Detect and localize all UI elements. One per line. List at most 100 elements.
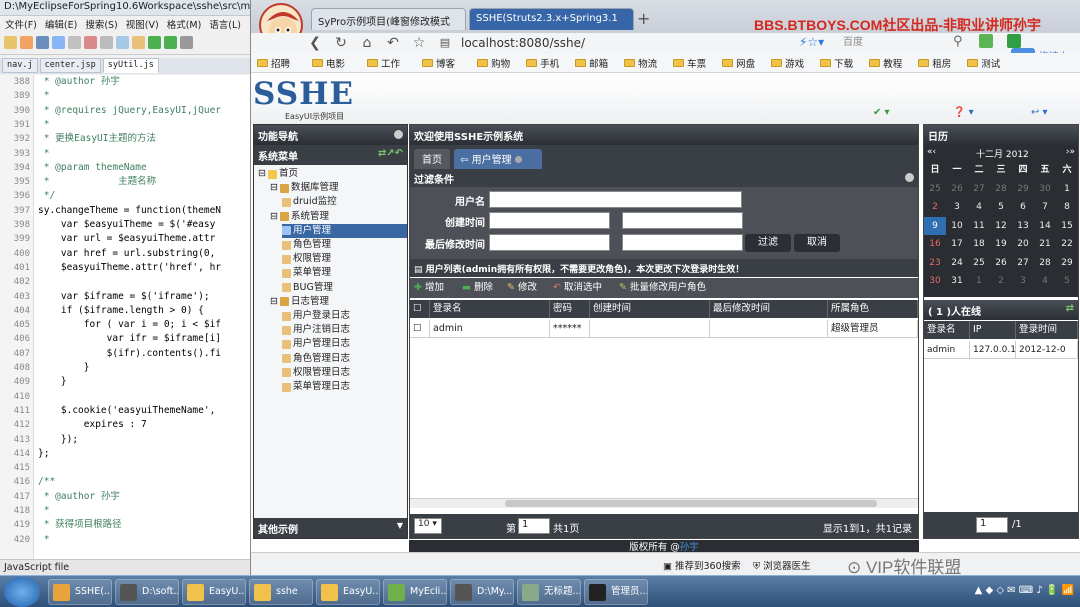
calendar-day[interactable]: 3 xyxy=(1012,272,1034,290)
menu-format[interactable]: 格式(M) xyxy=(167,17,202,32)
toolbar-button[interactable]: ✎ 修改 xyxy=(507,278,537,298)
tab-center-jsp[interactable]: center.jsp xyxy=(39,58,101,73)
bookmark-item[interactable]: 工作 xyxy=(367,53,422,73)
search-box[interactable]: 百度 xyxy=(843,34,943,52)
tree-item[interactable]: 用户管理日志 xyxy=(282,337,407,351)
cancel-filter-button[interactable]: 取消 xyxy=(794,234,840,252)
tree-item[interactable]: 菜单管理 xyxy=(282,266,407,280)
calendar-day[interactable]: 28 xyxy=(1034,254,1056,272)
tree-item[interactable]: 角色管理日志 xyxy=(282,352,407,366)
expand-icon[interactable]: ▼ xyxy=(397,521,403,530)
bookmark-item[interactable]: 下载 xyxy=(820,53,869,73)
bookmark-item[interactable]: 网盘 xyxy=(722,53,771,73)
calendar-day[interactable]: 14 xyxy=(1034,217,1056,235)
prev-year-icon[interactable]: «‹ xyxy=(927,147,936,157)
home-icon[interactable]: ⌂ xyxy=(359,35,375,51)
tree-toggle-icon[interactable]: ⊟ xyxy=(258,167,266,181)
taskbar-item[interactable]: 管理员... xyxy=(584,579,648,605)
calendar-day[interactable]: 13 xyxy=(1012,217,1034,235)
tree-item[interactable]: 用户注销日志 xyxy=(282,323,407,337)
scrollbar-thumb[interactable] xyxy=(505,500,877,507)
new-file-icon[interactable] xyxy=(4,36,17,49)
bookmark-item[interactable]: 博客 xyxy=(422,53,477,73)
column-header[interactable]: 最后修改时间 xyxy=(710,300,828,318)
copy-icon[interactable] xyxy=(116,36,129,49)
taskbar-item[interactable]: sshe xyxy=(249,579,313,605)
bookmark-item[interactable]: 教程 xyxy=(869,53,918,73)
start-button[interactable] xyxy=(4,577,40,607)
calendar-day[interactable]: 7 xyxy=(1034,198,1056,216)
calendar-day[interactable]: 1 xyxy=(968,272,990,290)
modified-end-input[interactable] xyxy=(622,234,743,251)
bookmark-item[interactable]: 测试 xyxy=(967,53,1016,73)
undo-close-icon[interactable]: ↶ xyxy=(385,35,401,51)
calendar-day[interactable]: 26 xyxy=(990,254,1012,272)
bookmark-item[interactable]: 物流 xyxy=(624,53,673,73)
calendar-day[interactable]: 22 xyxy=(1056,235,1078,253)
tab-nav-js[interactable]: nav.j xyxy=(2,58,38,73)
calendar-day[interactable]: 16 xyxy=(924,235,946,253)
calendar-day[interactable]: 3 xyxy=(946,198,968,216)
taskbar-item[interactable]: D:\My... xyxy=(450,579,514,605)
save-all-icon[interactable] xyxy=(52,36,65,49)
search-icon[interactable]: ⚲ xyxy=(953,34,963,49)
system-menu-header[interactable]: 系统菜单 ⇄↗↶ xyxy=(254,145,407,165)
calendar-day[interactable]: 10 xyxy=(946,217,968,235)
online-column-header[interactable]: 登录名 xyxy=(924,321,970,339)
calendar-day[interactable]: 9 xyxy=(924,216,946,235)
refresh-icon[interactable]: ↻ xyxy=(333,35,349,51)
tree-item[interactable]: 权限管理 xyxy=(282,252,407,266)
browser-tab-sypro[interactable]: SyPro示例项目(峰窗修改模式 xyxy=(311,8,466,30)
help-icon[interactable]: ❓ ▾ xyxy=(953,107,974,119)
tree-item[interactable]: ⊟ 日志管理 xyxy=(270,295,407,309)
bookmark-item[interactable]: 游戏 xyxy=(771,53,820,73)
tree-item[interactable]: 角色管理 xyxy=(282,238,407,252)
calendar-day[interactable]: 25 xyxy=(968,254,990,272)
taskbar-item[interactable]: MyEcli... xyxy=(383,579,447,605)
paste-icon[interactable] xyxy=(132,36,145,49)
calendar-day[interactable]: 26 xyxy=(946,180,968,198)
check-icon[interactable]: ✔ ▾ xyxy=(873,107,890,119)
calendar-day[interactable]: 4 xyxy=(1034,272,1056,290)
taskbar-item[interactable]: SSHE(... xyxy=(48,579,112,605)
select-all-checkbox[interactable]: ☐ xyxy=(410,300,430,318)
taskbar-item[interactable]: EasyU... xyxy=(316,579,380,605)
calendar-day[interactable]: 20 xyxy=(1012,235,1034,253)
tree-toggle-icon[interactable]: ⊟ xyxy=(270,181,278,195)
calendar-day[interactable]: 27 xyxy=(968,180,990,198)
row-checkbox[interactable]: ☐ xyxy=(410,320,430,338)
calendar-day[interactable]: 25 xyxy=(924,180,946,198)
bookmark-item[interactable]: 购物 xyxy=(477,53,526,73)
save-icon[interactable] xyxy=(36,36,49,49)
favorite-star-icon[interactable]: ☆ xyxy=(411,35,427,51)
tree-item[interactable]: 用户管理 xyxy=(282,223,407,238)
refresh-menu-icon[interactable]: ⇄↗↶ xyxy=(378,148,403,159)
toolbar-button[interactable]: ↶ 取消选中 xyxy=(553,278,602,298)
created-start-input[interactable] xyxy=(489,212,610,229)
username-input[interactable] xyxy=(489,191,742,208)
calendar-month[interactable]: 十二月 2012 xyxy=(976,147,1029,160)
bookmark-item[interactable]: 车票 xyxy=(673,53,722,73)
tab-close-icon[interactable] xyxy=(514,156,522,163)
calendar-day[interactable]: 29 xyxy=(1056,254,1078,272)
taskbar-item[interactable]: D:\soft... xyxy=(115,579,179,605)
calendar-day[interactable]: 5 xyxy=(1056,272,1078,290)
tree-item[interactable]: 菜单管理日志 xyxy=(282,380,407,394)
calendar-day[interactable]: 29 xyxy=(1012,180,1034,198)
calendar-day[interactable]: 12 xyxy=(990,217,1012,235)
column-header[interactable]: 创建时间 xyxy=(590,300,710,318)
tree-item[interactable]: 权限管理日志 xyxy=(282,366,407,380)
online-page-input[interactable]: 1 xyxy=(976,517,1008,533)
menu-view[interactable]: 视图(V) xyxy=(126,17,159,32)
tree-item[interactable]: ⊟ 数据库管理 xyxy=(270,181,407,195)
calendar-day[interactable]: 24 xyxy=(946,254,968,272)
tab-syutil-js[interactable]: syUtil.js xyxy=(102,58,159,73)
logout-icon[interactable]: ↩ ▾ xyxy=(1031,107,1048,119)
menu-search[interactable]: 搜索(S) xyxy=(85,17,117,32)
new-tab-icon[interactable]: + xyxy=(637,9,650,28)
bookmark-item[interactable]: 手机 xyxy=(526,53,575,73)
bookmark-item[interactable]: 招聘 xyxy=(257,53,312,73)
find-icon[interactable] xyxy=(180,36,193,49)
calendar-day[interactable]: 17 xyxy=(946,235,968,253)
menu-edit[interactable]: 编辑(E) xyxy=(45,17,77,32)
